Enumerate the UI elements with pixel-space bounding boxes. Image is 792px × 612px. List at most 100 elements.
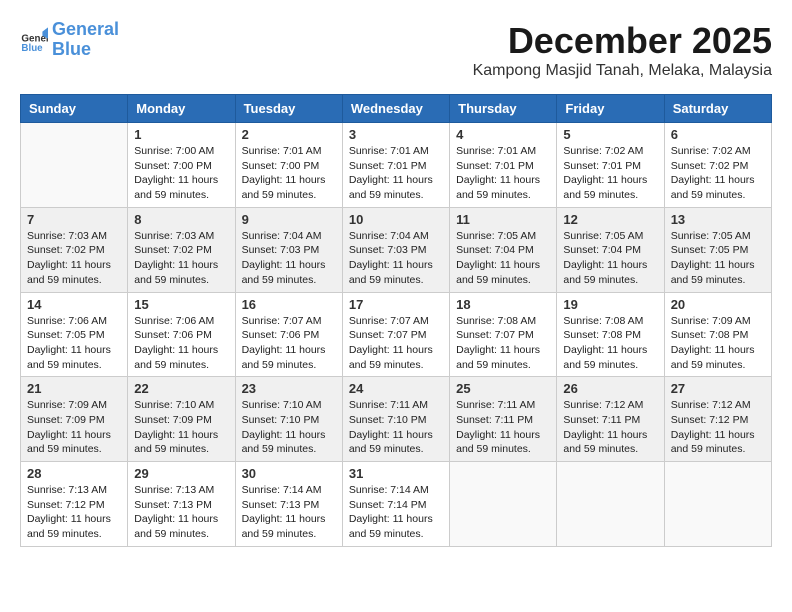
- month-title: December 2025: [473, 20, 772, 62]
- cell-info: Sunrise: 7:06 AMSunset: 7:06 PMDaylight:…: [134, 314, 228, 373]
- day-number: 22: [134, 381, 228, 396]
- cell-info: Sunrise: 7:09 AMSunset: 7:09 PMDaylight:…: [27, 398, 121, 457]
- day-number: 13: [671, 212, 765, 227]
- day-number: 8: [134, 212, 228, 227]
- day-number: 23: [242, 381, 336, 396]
- cell-info: Sunrise: 7:01 AMSunset: 7:01 PMDaylight:…: [349, 144, 443, 203]
- cell-info: Sunrise: 7:12 AMSunset: 7:12 PMDaylight:…: [671, 398, 765, 457]
- weekday-header-tuesday: Tuesday: [235, 95, 342, 123]
- calendar-cell: 6 Sunrise: 7:02 AMSunset: 7:02 PMDaylight…: [664, 123, 771, 208]
- cell-info: Sunrise: 7:05 AMSunset: 7:05 PMDaylight:…: [671, 229, 765, 288]
- calendar-cell: 2 Sunrise: 7:01 AMSunset: 7:00 PMDaylight…: [235, 123, 342, 208]
- cell-info: Sunrise: 7:09 AMSunset: 7:08 PMDaylight:…: [671, 314, 765, 373]
- day-number: 1: [134, 127, 228, 142]
- svg-text:Blue: Blue: [21, 43, 43, 54]
- cell-info: Sunrise: 7:04 AMSunset: 7:03 PMDaylight:…: [242, 229, 336, 288]
- cell-info: Sunrise: 7:07 AMSunset: 7:06 PMDaylight:…: [242, 314, 336, 373]
- calendar-cell: 9 Sunrise: 7:04 AMSunset: 7:03 PMDaylight…: [235, 207, 342, 292]
- logo-line2: Blue: [52, 39, 91, 59]
- calendar-row-3: 14 Sunrise: 7:06 AMSunset: 7:05 PMDayligh…: [21, 292, 772, 377]
- day-number: 28: [27, 466, 121, 481]
- weekday-header-wednesday: Wednesday: [342, 95, 449, 123]
- calendar-cell: 12 Sunrise: 7:05 AMSunset: 7:04 PMDayligh…: [557, 207, 664, 292]
- logo-text: General Blue: [52, 20, 119, 60]
- weekday-header-saturday: Saturday: [664, 95, 771, 123]
- calendar-cell: 24 Sunrise: 7:11 AMSunset: 7:10 PMDayligh…: [342, 377, 449, 462]
- calendar-cell: 13 Sunrise: 7:05 AMSunset: 7:05 PMDayligh…: [664, 207, 771, 292]
- calendar-cell: 27 Sunrise: 7:12 AMSunset: 7:12 PMDayligh…: [664, 377, 771, 462]
- day-number: 25: [456, 381, 550, 396]
- cell-info: Sunrise: 7:14 AMSunset: 7:14 PMDaylight:…: [349, 483, 443, 542]
- cell-info: Sunrise: 7:01 AMSunset: 7:01 PMDaylight:…: [456, 144, 550, 203]
- calendar-cell: 28Sunrise: 7:13 AMSunset: 7:12 PMDayligh…: [21, 462, 128, 547]
- logo: General Blue General Blue: [20, 20, 119, 60]
- cell-info: Sunrise: 7:08 AMSunset: 7:08 PMDaylight:…: [563, 314, 657, 373]
- calendar-cell: 5Sunrise: 7:02 AMSunset: 7:01 PMDaylight…: [557, 123, 664, 208]
- calendar-row-5: 28Sunrise: 7:13 AMSunset: 7:12 PMDayligh…: [21, 462, 772, 547]
- calendar-cell: 4 Sunrise: 7:01 AMSunset: 7:01 PMDaylight…: [450, 123, 557, 208]
- calendar-cell: 15 Sunrise: 7:06 AMSunset: 7:06 PMDayligh…: [128, 292, 235, 377]
- day-number: 16: [242, 297, 336, 312]
- cell-info: Sunrise: 7:02 AMSunset: 7:02 PMDaylight:…: [671, 144, 765, 203]
- calendar-cell: [664, 462, 771, 547]
- calendar-cell: 26Sunrise: 7:12 AMSunset: 7:11 PMDayligh…: [557, 377, 664, 462]
- day-number: 3: [349, 127, 443, 142]
- day-number: 4: [456, 127, 550, 142]
- calendar-row-2: 7 Sunrise: 7:03 AMSunset: 7:02 PMDaylight…: [21, 207, 772, 292]
- day-number: 9: [242, 212, 336, 227]
- day-number: 21: [27, 381, 121, 396]
- calendar-cell: 14 Sunrise: 7:06 AMSunset: 7:05 PMDayligh…: [21, 292, 128, 377]
- cell-info: Sunrise: 7:03 AMSunset: 7:02 PMDaylight:…: [134, 229, 228, 288]
- day-number: 6: [671, 127, 765, 142]
- day-number: 14: [27, 297, 121, 312]
- calendar-row-4: 21 Sunrise: 7:09 AMSunset: 7:09 PMDayligh…: [21, 377, 772, 462]
- calendar-cell: [557, 462, 664, 547]
- calendar-cell: 20Sunrise: 7:09 AMSunset: 7:08 PMDayligh…: [664, 292, 771, 377]
- title-section: December 2025 Kampong Masjid Tanah, Mela…: [473, 20, 772, 80]
- day-number: 29: [134, 466, 228, 481]
- day-number: 7: [27, 212, 121, 227]
- cell-info: Sunrise: 7:10 AMSunset: 7:09 PMDaylight:…: [134, 398, 228, 457]
- calendar-cell: 7 Sunrise: 7:03 AMSunset: 7:02 PMDaylight…: [21, 207, 128, 292]
- calendar-row-1: 1Sunrise: 7:00 AMSunset: 7:00 PMDaylight…: [21, 123, 772, 208]
- day-number: 27: [671, 381, 765, 396]
- day-number: 19: [563, 297, 657, 312]
- calendar-cell: 22 Sunrise: 7:10 AMSunset: 7:09 PMDayligh…: [128, 377, 235, 462]
- cell-info: Sunrise: 7:11 AMSunset: 7:10 PMDaylight:…: [349, 398, 443, 457]
- day-number: 5: [563, 127, 657, 142]
- calendar-cell: 19 Sunrise: 7:08 AMSunset: 7:08 PMDayligh…: [557, 292, 664, 377]
- cell-info: Sunrise: 7:10 AMSunset: 7:10 PMDaylight:…: [242, 398, 336, 457]
- day-number: 24: [349, 381, 443, 396]
- weekday-header-row: SundayMondayTuesdayWednesdayThursdayFrid…: [21, 95, 772, 123]
- logo-line1: General: [52, 19, 119, 39]
- day-number: 11: [456, 212, 550, 227]
- calendar-cell: 18Sunrise: 7:08 AMSunset: 7:07 PMDayligh…: [450, 292, 557, 377]
- weekday-header-thursday: Thursday: [450, 95, 557, 123]
- weekday-header-friday: Friday: [557, 95, 664, 123]
- cell-info: Sunrise: 7:06 AMSunset: 7:05 PMDaylight:…: [27, 314, 121, 373]
- day-number: 18: [456, 297, 550, 312]
- cell-info: Sunrise: 7:03 AMSunset: 7:02 PMDaylight:…: [27, 229, 121, 288]
- day-number: 12: [563, 212, 657, 227]
- calendar-cell: 25Sunrise: 7:11 AMSunset: 7:11 PMDayligh…: [450, 377, 557, 462]
- cell-info: Sunrise: 7:14 AMSunset: 7:13 PMDaylight:…: [242, 483, 336, 542]
- location-title: Kampong Masjid Tanah, Melaka, Malaysia: [473, 62, 772, 80]
- calendar-cell: 3 Sunrise: 7:01 AMSunset: 7:01 PMDaylight…: [342, 123, 449, 208]
- cell-info: Sunrise: 7:04 AMSunset: 7:03 PMDaylight:…: [349, 229, 443, 288]
- calendar-cell: [21, 123, 128, 208]
- weekday-header-monday: Monday: [128, 95, 235, 123]
- day-number: 2: [242, 127, 336, 142]
- cell-info: Sunrise: 7:05 AMSunset: 7:04 PMDaylight:…: [563, 229, 657, 288]
- calendar-cell: 30Sunrise: 7:14 AMSunset: 7:13 PMDayligh…: [235, 462, 342, 547]
- calendar-cell: 17Sunrise: 7:07 AMSunset: 7:07 PMDayligh…: [342, 292, 449, 377]
- cell-info: Sunrise: 7:05 AMSunset: 7:04 PMDaylight:…: [456, 229, 550, 288]
- day-number: 15: [134, 297, 228, 312]
- day-number: 17: [349, 297, 443, 312]
- calendar-cell: 23 Sunrise: 7:10 AMSunset: 7:10 PMDayligh…: [235, 377, 342, 462]
- cell-info: Sunrise: 7:01 AMSunset: 7:00 PMDaylight:…: [242, 144, 336, 203]
- calendar-cell: 29Sunrise: 7:13 AMSunset: 7:13 PMDayligh…: [128, 462, 235, 547]
- logo-icon: General Blue: [20, 26, 48, 54]
- day-number: 10: [349, 212, 443, 227]
- calendar-cell: 21 Sunrise: 7:09 AMSunset: 7:09 PMDayligh…: [21, 377, 128, 462]
- calendar-cell: 10 Sunrise: 7:04 AMSunset: 7:03 PMDayligh…: [342, 207, 449, 292]
